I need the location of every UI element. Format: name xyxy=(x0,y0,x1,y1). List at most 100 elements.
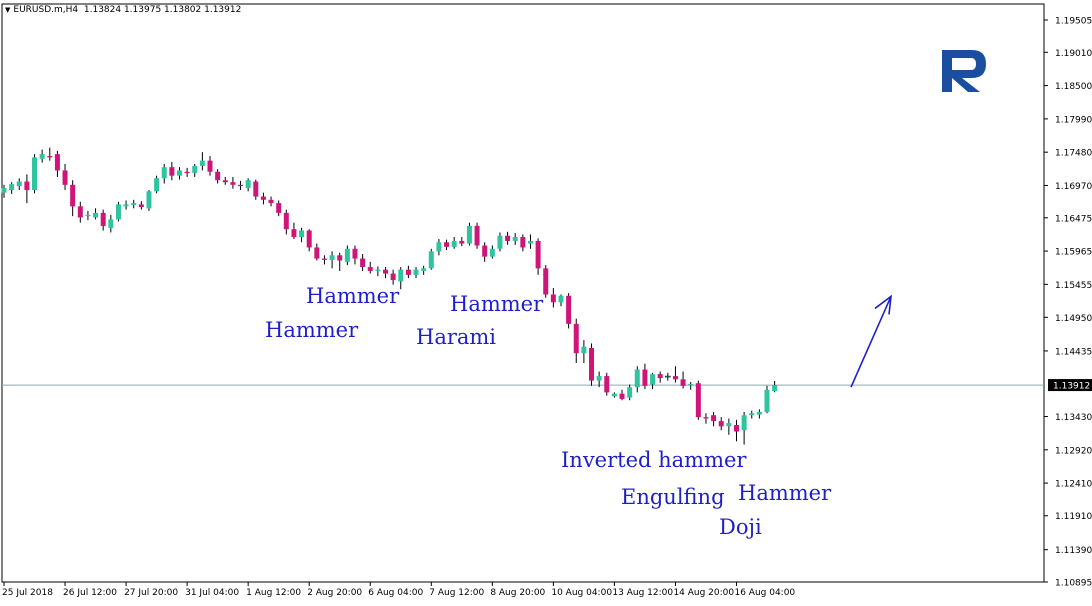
candle xyxy=(390,269,396,285)
candle xyxy=(283,209,289,235)
candle-body-bull xyxy=(131,203,137,206)
candle-body-bull xyxy=(299,230,305,238)
candle-body-bull xyxy=(527,240,533,244)
candle-body-bull xyxy=(85,214,91,217)
forecast-arrow-head xyxy=(874,294,892,315)
chart-svg[interactable]: 1.19505 1.19010 1.18500 1.17990 1.17480 1.169… xyxy=(0,0,1092,602)
candle xyxy=(222,176,228,185)
candle-body-bull xyxy=(627,387,633,398)
x-tick-label: 31 Jul 04:00 xyxy=(185,588,239,598)
candle xyxy=(367,261,373,274)
y-tick-label: 1.10895 xyxy=(1055,579,1092,589)
forecast-arrow-layer xyxy=(850,294,892,388)
candle xyxy=(100,209,106,231)
candle-body-bull xyxy=(650,374,656,385)
x-tick-label: 14 Aug 20:00 xyxy=(673,588,734,598)
candle-body-bull xyxy=(726,423,732,427)
candle-body-bear xyxy=(505,235,511,241)
candle-body-bear xyxy=(711,415,717,422)
candle xyxy=(688,381,694,390)
symbol-header: ▼ EURUSD.m,H4 1.13824 1.13975 1.13802 1.1… xyxy=(5,5,241,15)
candle xyxy=(619,389,625,401)
candle xyxy=(604,372,610,396)
candle xyxy=(611,392,617,398)
candle xyxy=(207,156,213,176)
dropdown-triangle-icon[interactable]: ▼ xyxy=(5,6,10,14)
candle xyxy=(306,229,312,252)
candle xyxy=(337,252,343,271)
candle xyxy=(70,180,76,217)
candle-body-bull xyxy=(398,269,404,282)
candle-body-bear xyxy=(718,421,724,427)
pattern-label-engulfing: Engulfing xyxy=(621,485,725,509)
candle-body-bull xyxy=(756,411,762,415)
current-price-label: 1.13912 xyxy=(1053,382,1090,392)
y-tick-label: 1.12410 xyxy=(1055,480,1092,490)
candle-body-bear xyxy=(314,247,320,259)
candle xyxy=(54,150,60,177)
candle-body-bull xyxy=(344,248,350,262)
candle xyxy=(77,201,83,223)
candle-body-bear xyxy=(604,376,610,393)
x-tick-label: 25 Jul 2018 xyxy=(2,588,53,598)
pattern-label-hammer: Hammer xyxy=(738,481,832,505)
candle xyxy=(314,243,320,261)
candle xyxy=(24,174,30,204)
candle xyxy=(413,267,419,279)
pattern-label-hammer: Hammer xyxy=(450,292,544,316)
candle-body-bull xyxy=(596,376,602,381)
candle-body-bull xyxy=(245,180,251,189)
y-tick-label: 1.11910 xyxy=(1055,512,1092,522)
candle-body-bear xyxy=(70,184,76,207)
candle xyxy=(115,201,121,222)
candle-body-bull xyxy=(146,191,152,209)
candle-body-bull xyxy=(451,240,457,247)
x-tick-label: 26 Jul 12:00 xyxy=(63,588,117,598)
candle xyxy=(16,178,22,191)
candle xyxy=(543,265,549,298)
candle xyxy=(176,167,182,180)
candle xyxy=(138,201,144,210)
y-tick-label: 1.18500 xyxy=(1055,82,1092,92)
candle xyxy=(268,196,274,207)
candle-body-bear xyxy=(215,171,221,181)
candle-body-bear xyxy=(47,156,53,158)
candle xyxy=(169,161,175,181)
candle-body-bull xyxy=(123,204,129,207)
candle-body-bear xyxy=(207,160,213,172)
candle xyxy=(245,178,251,192)
chart-area[interactable]: 1.19505 1.19010 1.18500 1.17990 1.17480 1.169… xyxy=(0,0,1092,602)
candle xyxy=(680,371,686,389)
candle-body-bear xyxy=(520,237,526,248)
pattern-label-hammer: Hammer xyxy=(306,284,400,308)
candle-body-bear xyxy=(352,248,358,259)
candle-body-bull xyxy=(154,178,160,192)
candle-body-bull xyxy=(176,170,182,176)
x-tick-label: 10 Aug 04:00 xyxy=(551,588,612,598)
candle xyxy=(627,384,633,401)
pattern-label-doji: Doji xyxy=(719,515,762,539)
y-tick-label: 1.12920 xyxy=(1055,446,1092,456)
candle-body-bear xyxy=(24,181,30,191)
candle-body-bull xyxy=(512,237,518,241)
axes-layer: 1.19505 1.19010 1.18500 1.17990 1.17480 1.169… xyxy=(1,3,1092,598)
candle xyxy=(146,190,152,211)
candle-body-bull xyxy=(741,415,747,431)
candle-body-bear xyxy=(367,267,373,271)
candle xyxy=(764,385,770,414)
candle xyxy=(634,366,640,393)
candle-body-bear xyxy=(100,212,106,226)
y-tick-label: 1.14950 xyxy=(1055,314,1092,324)
candle-body-bull xyxy=(428,251,434,269)
candle xyxy=(123,200,129,210)
forecast-arrow-line xyxy=(850,296,892,388)
candle-body-bear xyxy=(268,199,274,204)
candle-body-bear xyxy=(444,242,450,247)
candle-body-bear xyxy=(642,369,648,386)
candle xyxy=(321,255,327,265)
candle-body-bear xyxy=(276,203,282,213)
candle xyxy=(726,418,732,435)
candle xyxy=(474,222,480,249)
x-tick-label: 27 Jul 20:00 xyxy=(124,588,178,598)
candle xyxy=(512,233,518,245)
